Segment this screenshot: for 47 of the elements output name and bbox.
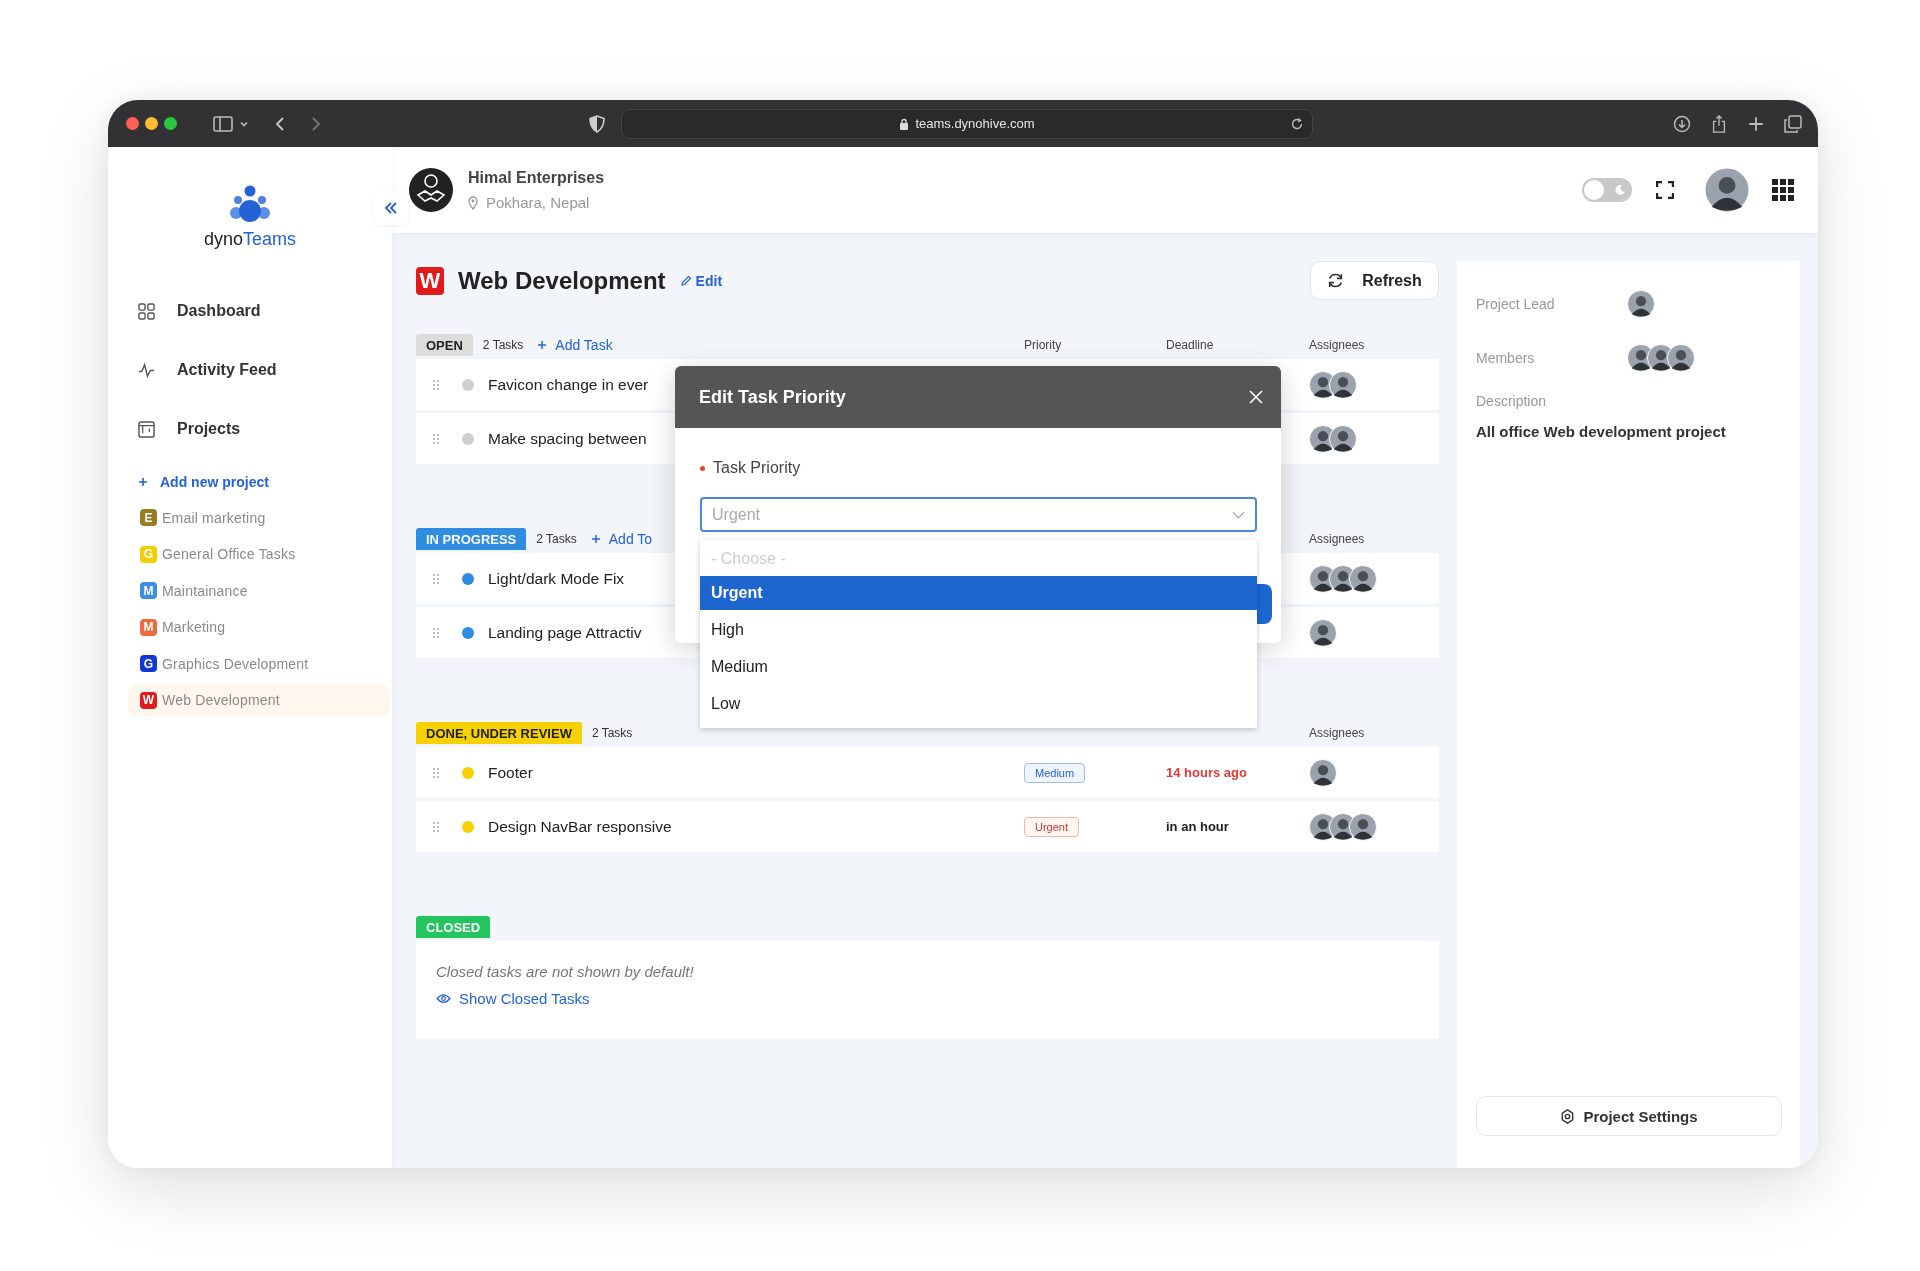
project-title: Web Development xyxy=(458,266,666,295)
deadline-text: in an hour xyxy=(1166,819,1229,834)
task-title: Make spacing between xyxy=(488,429,647,448)
project-name: Web Development xyxy=(162,692,280,708)
task-title: Footer xyxy=(488,763,533,782)
project-badge: W xyxy=(140,691,157,709)
info-label: Project Lead xyxy=(1476,296,1556,312)
task-title: Design NavBar responsive xyxy=(488,817,672,836)
task-title: Favicon change in ever xyxy=(488,375,649,394)
status-tag: DONE, UNDER REVIEW xyxy=(416,722,582,744)
project-badge: G xyxy=(140,655,157,672)
status-tag: CLOSED xyxy=(416,916,491,938)
project-name: Marketing xyxy=(162,619,226,635)
project-badge: W xyxy=(416,266,444,295)
task-title: Landing page Attractiv xyxy=(488,623,642,642)
column-header: Assignees xyxy=(1309,338,1365,352)
priority-tag: Urgent xyxy=(1024,816,1080,837)
field-label: Task Priority xyxy=(713,459,801,477)
url-text: teams.dynohive.com xyxy=(915,116,1035,131)
project-badge: M xyxy=(140,618,157,636)
company-name: Himal Enterprises xyxy=(468,169,605,187)
info-label: Members xyxy=(1476,350,1536,366)
dialog-title: Edit Task Priority xyxy=(699,386,846,408)
project-name: Graphics Development xyxy=(162,655,309,672)
closed-note: Closed tasks are not shown by default! xyxy=(436,963,695,980)
project-name: Maintainance xyxy=(162,582,248,599)
deadline-text: 14 hours ago xyxy=(1166,765,1247,780)
project-name: Email marketing xyxy=(162,509,266,526)
column-header: Priority xyxy=(1024,338,1062,352)
status-tag: OPEN xyxy=(416,334,473,356)
column-header: Assignees xyxy=(1309,532,1365,546)
project-badge: M xyxy=(140,582,157,599)
task-count: 2 Tasks xyxy=(536,532,577,546)
location-text: Pokhara, Nepal xyxy=(486,194,590,211)
project-badge: E xyxy=(140,509,157,526)
project-name: General Office Tasks xyxy=(162,546,296,562)
priority-tag: Medium xyxy=(1024,762,1086,783)
status-tag: IN PROGRESS xyxy=(416,528,527,550)
project-badge: G xyxy=(140,545,157,563)
logo-text: dynoTeams xyxy=(203,229,297,250)
info-label: Description xyxy=(1476,393,1548,409)
task-count: 2 Tasks xyxy=(591,726,633,740)
task-count: 2 Tasks xyxy=(482,338,524,352)
task-title: Light/dark Mode Fix xyxy=(488,569,625,588)
column-header: Assignees xyxy=(1309,726,1365,740)
column-header: Deadline xyxy=(1166,338,1214,352)
project-description: All office Web development project xyxy=(1476,423,1727,440)
